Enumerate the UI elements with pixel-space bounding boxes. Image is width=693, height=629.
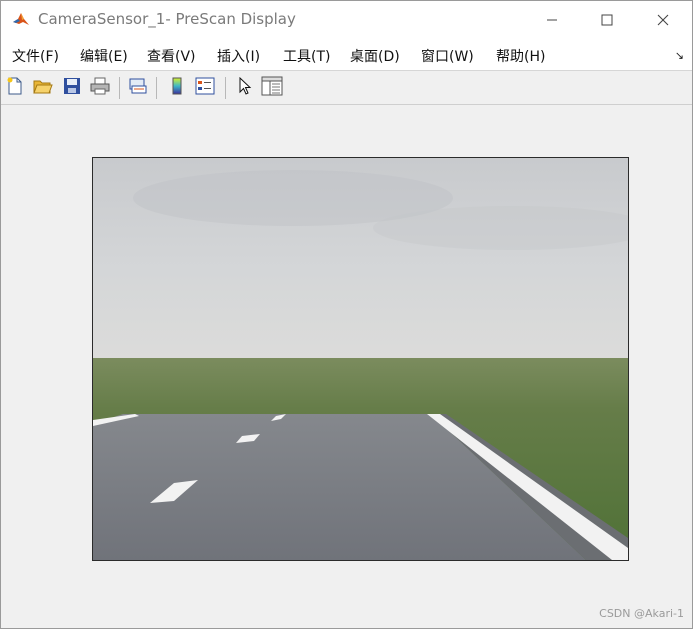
title-bar[interactable]: CameraSensor_1- PreScan Display bbox=[1, 1, 692, 38]
colorbar-icon bbox=[170, 77, 184, 99]
menu-help[interactable]: 帮助(H) bbox=[496, 46, 545, 66]
new-figure-icon bbox=[6, 77, 24, 99]
minimize-button[interactable] bbox=[527, 1, 577, 38]
figure-window: CameraSensor_1- PreScan Display 文件(F) 编辑… bbox=[0, 0, 693, 629]
matlab-icon bbox=[12, 10, 30, 28]
menu-window[interactable]: 窗口(W) bbox=[421, 46, 474, 66]
figure-toolbar bbox=[1, 71, 692, 105]
menu-view[interactable]: 查看(V) bbox=[147, 46, 196, 66]
property-editor-button[interactable] bbox=[261, 76, 283, 100]
menu-desktop[interactable]: 桌面(D) bbox=[350, 46, 400, 66]
menu-tools[interactable]: 工具(T) bbox=[283, 46, 330, 66]
maximize-button[interactable] bbox=[582, 1, 632, 38]
menu-overflow-icon[interactable]: ↘ bbox=[675, 49, 684, 62]
property-editor-icon bbox=[261, 76, 283, 100]
link-plot-icon bbox=[128, 77, 148, 99]
save-icon bbox=[63, 77, 81, 99]
camera-display[interactable] bbox=[92, 157, 629, 561]
camera-image bbox=[93, 158, 628, 560]
colorbar-button[interactable] bbox=[166, 77, 188, 99]
open-file-button[interactable] bbox=[32, 77, 54, 99]
maximize-icon bbox=[601, 14, 613, 26]
menu-edit[interactable]: 编辑(E) bbox=[80, 46, 128, 66]
menu-bar: 文件(F) 编辑(E) 查看(V) 插入(I) 工具(T) 桌面(D) 窗口(W… bbox=[1, 38, 692, 71]
toolbar-separator bbox=[119, 77, 120, 99]
toolbar-separator bbox=[156, 77, 157, 99]
pointer-button[interactable] bbox=[234, 76, 256, 99]
save-button[interactable] bbox=[61, 77, 83, 99]
legend-button[interactable] bbox=[194, 77, 216, 99]
pointer-icon bbox=[237, 76, 253, 99]
legend-icon bbox=[195, 77, 215, 99]
watermark: CSDN @Akari-1 bbox=[599, 607, 684, 620]
close-button[interactable] bbox=[638, 1, 688, 38]
link-plot-button[interactable] bbox=[127, 77, 149, 99]
toolbar-separator bbox=[225, 77, 226, 99]
open-file-icon bbox=[33, 77, 53, 99]
minimize-icon bbox=[546, 14, 558, 26]
window-title: CameraSensor_1- PreScan Display bbox=[38, 10, 296, 28]
print-button[interactable] bbox=[89, 77, 111, 99]
print-icon bbox=[90, 77, 110, 99]
new-figure-button[interactable] bbox=[4, 77, 26, 99]
menu-file[interactable]: 文件(F) bbox=[12, 46, 59, 66]
menu-insert[interactable]: 插入(I) bbox=[217, 46, 260, 66]
close-icon bbox=[657, 14, 669, 26]
